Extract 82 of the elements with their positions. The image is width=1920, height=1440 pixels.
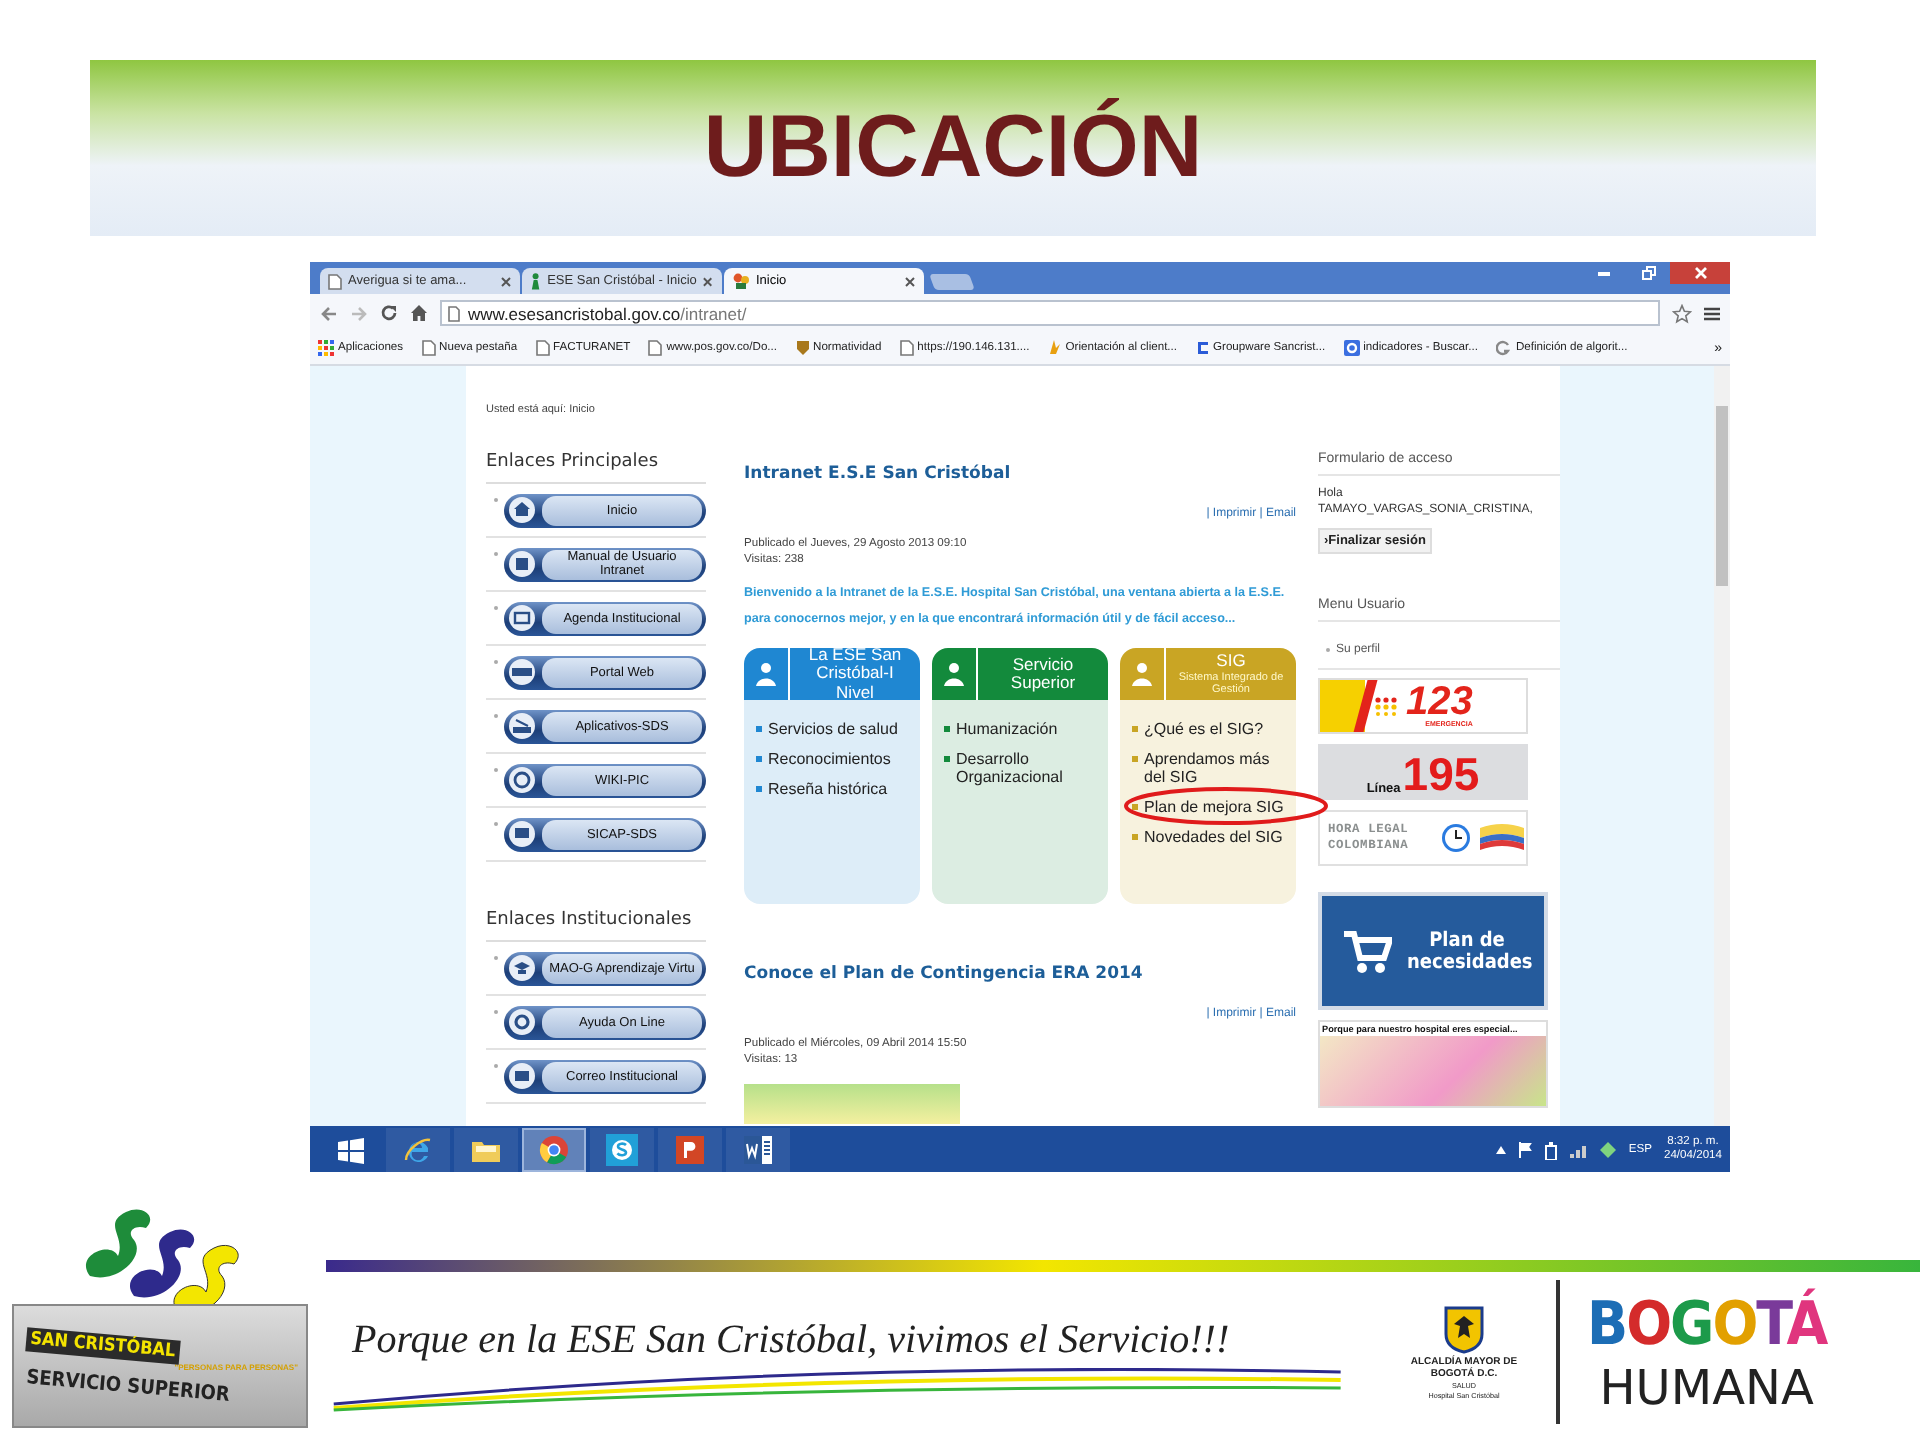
close-icon [1693,266,1707,280]
brand-title: BOGOTÁ [1587,1289,1827,1359]
logo-name: SAN CRISTÓBAL [25,1327,181,1365]
close-icon[interactable] [904,275,916,287]
restore-icon [1641,266,1655,280]
close-icon[interactable] [702,275,714,287]
card-title: Servicio Superior [1008,655,1078,693]
flag-icon[interactable] [1518,1142,1533,1158]
ie-icon [402,1134,434,1166]
link-icon [508,766,536,794]
address-field[interactable]: www.esesancristobal.gov.co/intranet/ [440,300,1660,326]
page-icon [535,340,550,356]
slide-title: UBICACIÓN [703,98,1203,198]
needs-plan-banner[interactable]: Plan de necesidades [1318,892,1548,1010]
taskbar-app-button[interactable] [386,1128,450,1172]
page-icon [328,273,342,289]
battery-icon[interactable] [1544,1141,1559,1159]
signal-icon[interactable] [1570,1143,1589,1157]
back-arrow-icon[interactable] [320,305,338,321]
coat-of-arms-icon [1444,1305,1484,1353]
card-title: SIG [1216,652,1246,672]
link-icon [508,550,536,578]
logo-icon [732,272,750,290]
emergency-number: 123 [1406,684,1473,720]
card-title: La ESE San Cristóbal-I Nivel [806,645,904,703]
link-icon [508,1008,536,1036]
section-heading: Enlaces Institucionales [486,910,706,942]
link-icon [508,712,536,740]
emblem-icon [1128,660,1156,688]
page-icon [448,305,460,321]
flame-icon [1047,340,1062,356]
taskbar-app-button[interactable] [658,1128,722,1172]
link-icon [508,954,536,982]
reload-icon[interactable] [380,304,398,322]
clock-icon [1440,822,1472,854]
page-icon [899,340,914,356]
slides-app-icon [674,1134,706,1166]
hotline-number: 195 [1402,752,1480,796]
dots-icon [1374,696,1398,716]
slogan-text: Porque en la ESE San Cristóbal, vivimos el Servicio!!! [352,1317,1230,1363]
link-icon [508,604,536,632]
card-link[interactable]: Novedades del SIG [1132,828,1288,846]
taskbar-app-button[interactable] [726,1128,790,1172]
menu-icon[interactable] [1704,305,1720,321]
card-link[interactable]: Reseña histórica [756,780,912,798]
apps-grid-icon [318,340,334,356]
windows-logo-icon [337,1137,363,1163]
page-icon [648,340,663,356]
close-icon[interactable] [500,275,512,287]
link-icon [508,658,536,686]
link-icon [508,1062,536,1090]
card-link[interactable]: Reconocimientos [756,750,912,768]
section-heading: Enlaces Principales [486,452,706,484]
home-icon[interactable] [410,304,428,322]
cart-icon [1339,925,1391,977]
article-title[interactable]: Intranet E.S.E San Cristóbal [744,464,1011,484]
card-link[interactable]: Aprendamos más del SIG [1132,750,1288,786]
crest-icon [795,340,810,356]
card-link[interactable]: ¿Qué es el SIG? [1132,720,1288,738]
card-link[interactable]: Servicios de salud [756,720,912,738]
star-icon[interactable] [1672,303,1692,323]
network-icon[interactable] [1600,1142,1617,1158]
link-icon [508,496,536,524]
page-icon [421,340,436,356]
document-app-icon [742,1134,774,1166]
chrome-icon [538,1134,570,1166]
caret-icon[interactable] [1496,1146,1507,1154]
link-icon [508,820,536,848]
taskbar-app-button[interactable] [590,1128,654,1172]
scrollbar[interactable] [1714,366,1730,1126]
minimize-icon [1598,271,1610,275]
brand-subtitle: HUMANA [1599,1359,1814,1415]
flag-icon [1480,824,1524,852]
card-link[interactable]: Humanización [944,720,1100,738]
article-title[interactable]: Conoce el Plan de Contingencia ERA 2014 [744,964,1143,984]
emblem-icon [752,660,780,688]
emblem-icon [940,660,968,688]
skype-icon [606,1134,638,1166]
taskbar-app-button[interactable] [454,1128,518,1172]
close-button[interactable] [1670,262,1730,284]
card-link[interactable]: Desarrollo Organizacional [944,750,1100,786]
figure-icon [530,272,542,290]
